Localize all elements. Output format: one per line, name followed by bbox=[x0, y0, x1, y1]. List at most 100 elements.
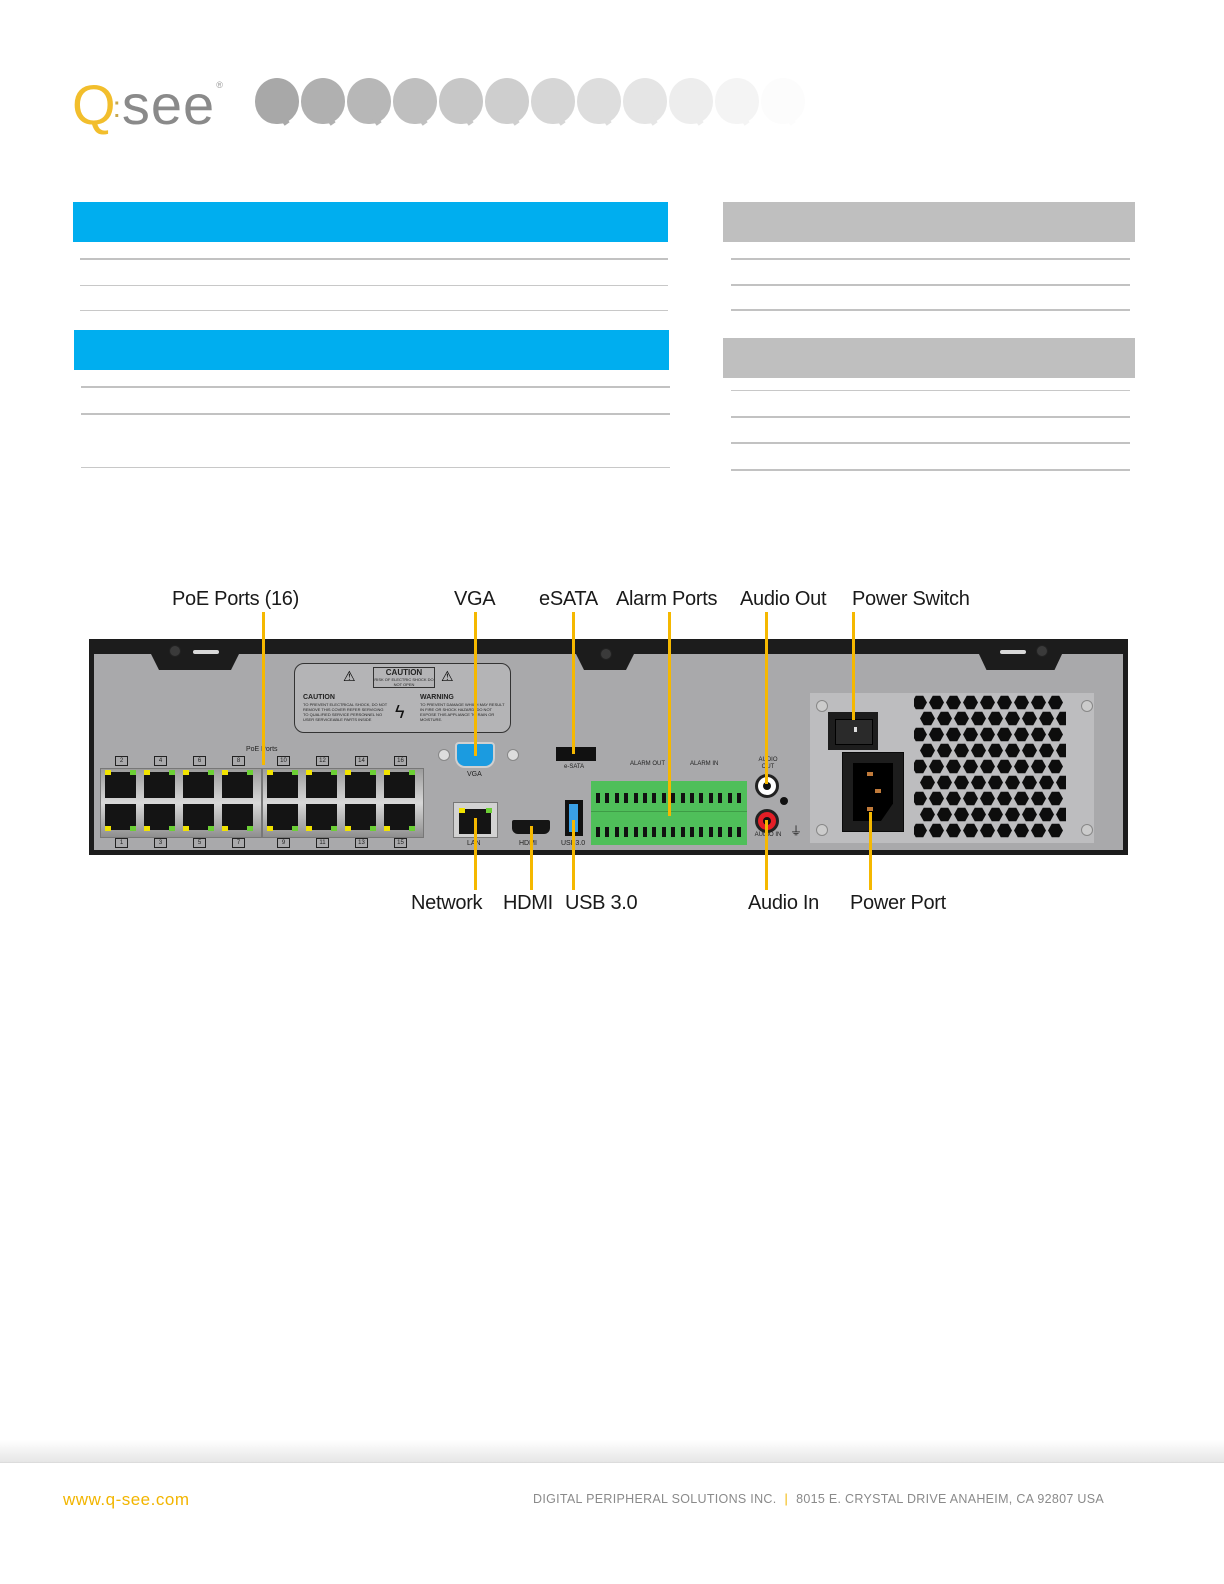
footer-website-link[interactable]: www.q-see.com bbox=[63, 1490, 189, 1510]
poe-port-number: 9 bbox=[277, 838, 290, 848]
led-yellow bbox=[384, 770, 390, 775]
spec-row-divider bbox=[80, 258, 668, 260]
callout-power-port: Power Port bbox=[850, 892, 946, 914]
terminal-pin bbox=[596, 827, 600, 837]
warning-body: TO PREVENT DAMAGE WHICH MAY RESULT IN FI… bbox=[420, 702, 505, 722]
audio-in-panel-label: AUDIO IN bbox=[755, 832, 782, 838]
led-green bbox=[331, 770, 337, 775]
poe-port bbox=[267, 772, 298, 798]
led-yellow bbox=[384, 826, 390, 831]
poe-port-number: 12 bbox=[316, 756, 329, 766]
caution-body: TO PREVENT ELECTRICAL SHOCK, DO NOT REMO… bbox=[303, 702, 388, 722]
logo-q-letter: Q bbox=[72, 73, 116, 136]
leader-line-vga bbox=[474, 612, 477, 756]
vent-hole bbox=[980, 823, 995, 838]
vent-hole bbox=[1031, 695, 1046, 710]
callout-poe-ports: PoE Ports (16) bbox=[172, 588, 299, 610]
decorative-q-icon bbox=[347, 78, 391, 126]
vga-panel-label: VGA bbox=[467, 771, 482, 778]
leader-line-esata bbox=[572, 612, 575, 754]
vent-hole bbox=[963, 759, 978, 774]
vent-hole bbox=[1022, 807, 1037, 822]
led-yellow bbox=[459, 808, 465, 813]
decorative-q-icon bbox=[531, 78, 575, 126]
vent-hole bbox=[914, 695, 927, 710]
terminal-pin bbox=[671, 793, 676, 803]
vent-hole bbox=[929, 823, 944, 838]
terminal-pin bbox=[737, 793, 741, 803]
caution-heading: CAUTION bbox=[303, 694, 335, 701]
callout-usb: USB 3.0 bbox=[565, 892, 638, 914]
alarm-in-panel-label: ALARM IN bbox=[690, 761, 719, 767]
vent-hole bbox=[971, 807, 986, 822]
caution-subtitle: RISK OF ELECTRIC SHOCK DO NOT OPEN bbox=[374, 677, 434, 687]
poe-port bbox=[183, 772, 214, 798]
vent-hole bbox=[929, 727, 944, 742]
power-pin bbox=[867, 807, 873, 811]
vent-hole bbox=[1048, 727, 1063, 742]
vent-hole bbox=[997, 823, 1012, 838]
terminal-pin bbox=[596, 793, 600, 803]
vent-hole bbox=[997, 791, 1012, 806]
power-pin bbox=[867, 772, 873, 776]
hdmi-panel-label: HDMI bbox=[519, 840, 537, 847]
caution-title: CAUTION bbox=[385, 668, 423, 677]
led-green bbox=[370, 770, 376, 775]
vent-hole bbox=[1031, 759, 1046, 774]
leader-line-usb bbox=[572, 820, 575, 890]
leader-line-power-switch bbox=[852, 612, 855, 720]
terminal-pin bbox=[633, 793, 638, 803]
vent-hole bbox=[1039, 743, 1054, 758]
vent-hole bbox=[971, 743, 986, 758]
vent-hole bbox=[1014, 695, 1029, 710]
registered-mark: ® bbox=[216, 80, 223, 90]
vent-hole bbox=[1048, 823, 1063, 838]
poe-port-number: 2 bbox=[115, 756, 128, 766]
spec-row-divider bbox=[81, 467, 670, 468]
led-yellow bbox=[222, 826, 228, 831]
leader-line-alarm bbox=[668, 612, 671, 816]
led-yellow bbox=[267, 770, 273, 775]
poe-port-number: 4 bbox=[154, 756, 167, 766]
callout-esata: eSATA bbox=[539, 588, 598, 610]
vent-hole bbox=[937, 743, 952, 758]
terminal-pin bbox=[614, 793, 619, 803]
vent-hole bbox=[946, 695, 961, 710]
footer-address: 8015 E. CRYSTAL DRIVE ANAHEIM, CA 92807 … bbox=[796, 1492, 1105, 1506]
led-green bbox=[331, 826, 337, 831]
vent-hole bbox=[988, 807, 1003, 822]
spec-header-bar-grey bbox=[723, 202, 1135, 242]
terminal-pin bbox=[652, 827, 657, 837]
vent-hole bbox=[980, 791, 995, 806]
footer-company-info: DIGITAL PERIPHERAL SOLUTIONS INC. | 8015 E… bbox=[533, 1492, 1104, 1506]
warning-heading: WARNING bbox=[420, 694, 454, 701]
led-green bbox=[208, 826, 214, 831]
decorative-q-icon bbox=[301, 78, 345, 126]
decorative-q-icon bbox=[623, 78, 667, 126]
spec-row-divider bbox=[81, 386, 670, 388]
vent-hole bbox=[929, 759, 944, 774]
terminal-pin bbox=[708, 793, 713, 803]
led-yellow bbox=[183, 826, 189, 831]
power-pin bbox=[875, 789, 881, 793]
decorative-q-icon bbox=[439, 78, 483, 126]
spec-row-divider bbox=[731, 416, 1130, 418]
spec-row-divider bbox=[731, 390, 1130, 391]
audio-out-panel-label: AUDIO OUT bbox=[754, 757, 782, 771]
vent-hole bbox=[920, 775, 935, 790]
spec-row-divider bbox=[80, 285, 668, 286]
poe-port-number: 14 bbox=[355, 756, 368, 766]
leader-line-hdmi bbox=[530, 826, 533, 890]
vent-hole bbox=[980, 759, 995, 774]
led-green bbox=[169, 770, 175, 775]
poe-port-number: 1 bbox=[115, 838, 128, 848]
screw-icon bbox=[1081, 824, 1093, 836]
decorative-q-icon bbox=[669, 78, 713, 126]
poe-port-number: 8 bbox=[232, 756, 245, 766]
chassis-notch bbox=[150, 652, 240, 670]
footer-separator: | bbox=[784, 1492, 789, 1506]
logo-colon: : bbox=[112, 91, 121, 124]
vent-hole bbox=[971, 775, 986, 790]
terminal-pin bbox=[680, 793, 685, 803]
led-yellow bbox=[345, 770, 351, 775]
